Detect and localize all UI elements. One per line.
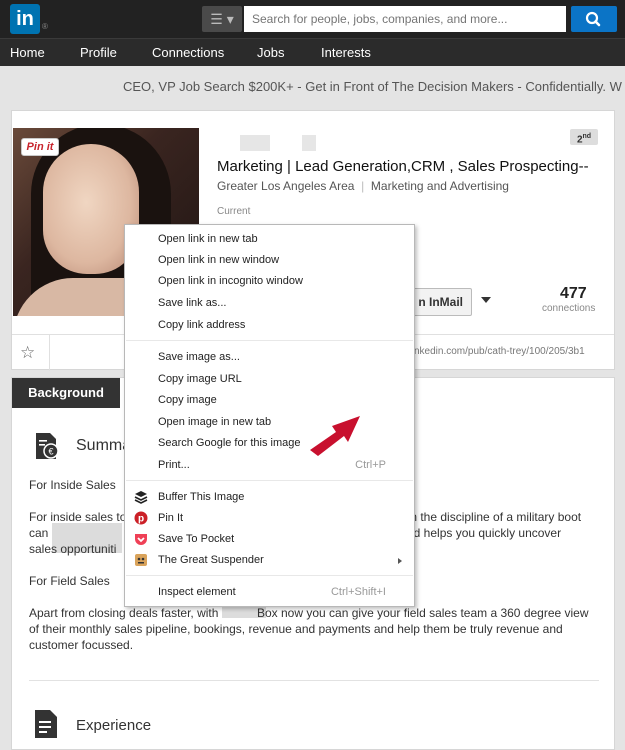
profile-location[interactable]: Greater Los Angeles Area xyxy=(217,179,354,193)
summary-text: th the discipline of a military boot xyxy=(407,510,582,524)
menu-save-to-pocket[interactable]: Save To Pocket xyxy=(158,530,234,548)
context-menu: Open link in new tab Open link in new wi… xyxy=(124,224,415,607)
top-bar: in ® ☰ ▾ xyxy=(0,0,625,38)
red-arrow-icon xyxy=(310,416,360,456)
tab-background[interactable]: Background xyxy=(12,378,120,408)
menu-open-link-new-tab[interactable]: Open link in new tab xyxy=(158,230,258,248)
svg-text:€: € xyxy=(48,447,53,457)
search-input[interactable] xyxy=(244,6,566,32)
menu-separator xyxy=(126,575,413,576)
summary-text: Apart from closing deals faster, with xyxy=(29,606,219,620)
logo-registered: ® xyxy=(42,22,48,31)
nav-profile[interactable]: Profile xyxy=(80,39,117,67)
menu-buffer-image[interactable]: Buffer This Image xyxy=(158,488,244,506)
menu-save-link-as[interactable]: Save link as... xyxy=(158,294,226,312)
summary-icon: € xyxy=(36,433,59,459)
profile-location-line: Greater Los Angeles Area | Marketing and… xyxy=(217,179,509,193)
buffer-icon xyxy=(134,491,148,504)
current-label: Current xyxy=(217,206,251,217)
summary-text: customer focussed. xyxy=(29,638,134,652)
search-icon xyxy=(585,11,601,27)
menu-inspect-element[interactable]: Inspect element xyxy=(158,583,236,601)
footer-divider xyxy=(49,335,50,371)
menu-inspect-shortcut: Ctrl+Shift+I xyxy=(330,586,386,598)
menu-pin-it[interactable]: Pin It xyxy=(158,509,183,527)
ad-banner[interactable]: CEO, VP Job Search $200K+ - Get in Front… xyxy=(0,74,625,100)
star-icon[interactable]: ☆ xyxy=(20,343,40,363)
nav-connections[interactable]: Connections xyxy=(152,39,224,67)
pin-it-button[interactable]: Pin it xyxy=(21,138,59,156)
summary-text: sales opportuniti xyxy=(29,542,117,556)
search-button[interactable] xyxy=(571,6,617,32)
menu-separator xyxy=(126,480,413,481)
profile-headline: Marketing | Lead Generation,CRM , Sales … xyxy=(217,158,589,175)
nav-interests[interactable]: Interests xyxy=(321,39,371,67)
summary-title: Summa xyxy=(76,437,132,454)
experience-icon xyxy=(35,710,57,738)
experience-title: Experience xyxy=(76,717,152,734)
connections-label: connections xyxy=(542,303,596,314)
summary-text: can xyxy=(29,526,49,540)
logo-mark: in xyxy=(10,4,40,34)
menu-copy-image[interactable]: Copy image xyxy=(158,391,217,409)
summary-text: of their monthly sales pipeline, booking… xyxy=(29,622,563,636)
menu-separator xyxy=(126,340,413,341)
linkedin-logo[interactable]: in ® xyxy=(10,4,50,34)
nav-jobs[interactable]: Jobs xyxy=(257,39,284,67)
pinterest-icon: p xyxy=(134,511,148,525)
summary-text: For Inside Sales xyxy=(29,478,116,492)
summary-text: For Field Sales xyxy=(29,574,110,588)
summary-text: nd helps you quickly uncover xyxy=(407,526,562,540)
chevron-right-icon xyxy=(398,558,402,564)
menu-copy-image-url[interactable]: Copy image URL xyxy=(158,370,242,388)
menu-open-link-incognito[interactable]: Open link in incognito window xyxy=(158,272,303,290)
menu-save-image-as[interactable]: Save image as... xyxy=(158,348,240,366)
chevron-down-icon[interactable] xyxy=(481,297,491,303)
connections-count: 477 xyxy=(560,285,587,302)
menu-search-google-image[interactable]: Search Google for this image xyxy=(158,434,300,452)
suspender-icon xyxy=(135,554,147,566)
menu-open-link-new-window[interactable]: Open link in new window xyxy=(158,251,279,269)
degree-suffix: nd xyxy=(582,133,592,140)
menu-icon[interactable]: ☰ ▾ xyxy=(202,6,242,32)
svg-text:p: p xyxy=(138,514,144,525)
profile-name-redacted xyxy=(240,135,340,151)
public-profile-url[interactable]: nkedin.com/pub/cath-trey/100/205/3b1 xyxy=(414,346,585,357)
menu-open-image-new-tab[interactable]: Open image in new tab xyxy=(158,413,271,431)
menu-copy-link-address[interactable]: Copy link address xyxy=(158,316,245,334)
profile-industry[interactable]: Marketing and Advertising xyxy=(371,179,509,193)
menu-great-suspender[interactable]: The Great Suspender xyxy=(158,551,264,569)
degree-badge: 2nd xyxy=(570,129,598,145)
pocket-icon xyxy=(135,534,147,545)
section-divider xyxy=(29,680,599,681)
menu-print[interactable]: Print... xyxy=(158,456,190,474)
nav-home[interactable]: Home xyxy=(10,39,45,67)
main-nav: Home Profile Connections Jobs Interests xyxy=(0,38,625,66)
summary-text: Box now you can give your field sales te… xyxy=(257,606,589,620)
